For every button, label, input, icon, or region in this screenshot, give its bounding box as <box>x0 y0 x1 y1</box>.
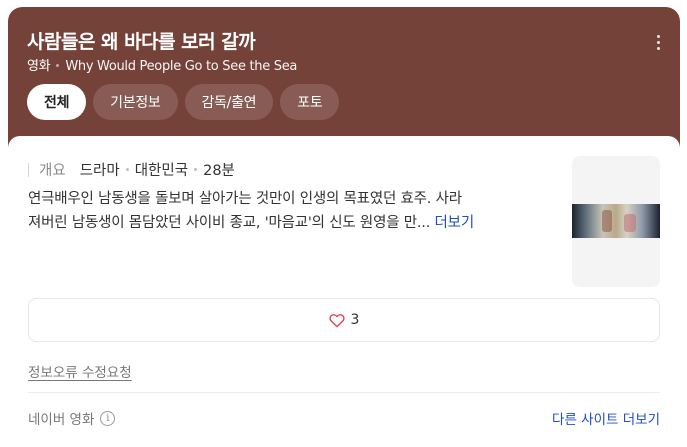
tab-basic-info[interactable]: 기본정보 <box>93 84 178 120</box>
tab-director-cast[interactable]: 감독/출연 <box>184 84 274 120</box>
tab-photo[interactable]: 포토 <box>280 84 340 120</box>
poster-image <box>572 204 660 238</box>
movie-title[interactable]: 사람들은 왜 바다를 보러 갈까 <box>27 27 256 54</box>
source-label: 네이버 영화 <box>28 412 95 428</box>
synopsis-line-2: 져버린 남동생이 몸담았던 사이비 종교, '마음교'의 신도 원영을 만... <box>28 215 431 231</box>
category-label: 영화 <box>27 59 51 74</box>
runtime: 28분 <box>203 163 235 179</box>
country: 대한민국 <box>134 163 189 179</box>
genre: 드라마 <box>79 163 120 179</box>
source-info: 네이버 영화 i <box>28 408 116 428</box>
separator-dot <box>125 168 129 171</box>
more-options-icon[interactable] <box>648 31 668 53</box>
movie-card: 사람들은 왜 바다를 보러 갈까 영화 Why Would People Go t… <box>8 7 680 437</box>
label-bar <box>28 162 29 177</box>
separator-dot <box>194 168 198 171</box>
like-button[interactable]: 3 <box>28 298 660 342</box>
divider <box>28 392 660 393</box>
english-title: Why Would People Go to See the Sea <box>65 59 298 74</box>
synopsis-more-link[interactable]: 더보기 <box>435 215 475 231</box>
separator-dot <box>56 64 60 67</box>
report-error-link[interactable]: 정보오류 수정요청 <box>28 361 132 381</box>
tab-all[interactable]: 전체 <box>27 84 87 120</box>
overview-meta: 개요 드라마 대한민국 28분 <box>28 159 235 180</box>
movie-poster[interactable] <box>572 156 660 287</box>
heart-outline-icon <box>328 313 345 327</box>
overview-label: 개요 <box>39 163 66 179</box>
other-sites-link[interactable]: 다른 사이트 더보기 <box>552 408 660 428</box>
tab-bar: 전체 기본정보 감독/출연 포토 <box>27 84 340 120</box>
synopsis-line-1: 연극배우인 남동생을 돌보며 살아가는 것만이 인생의 목표였던 효주. 사라 <box>28 191 462 207</box>
info-icon[interactable]: i <box>100 410 116 426</box>
card-body: 개요 드라마 대한민국 28분 연극배우인 남동생을 돌보며 살아가는 것만이 … <box>8 136 680 437</box>
synopsis: 연극배우인 남동생을 돌보며 살아가는 것만이 인생의 목표였던 효주. 사라 … <box>28 187 558 235</box>
like-count: 3 <box>350 312 360 328</box>
movie-subtitle: 영화 Why Would People Go to See the Sea <box>27 55 297 74</box>
